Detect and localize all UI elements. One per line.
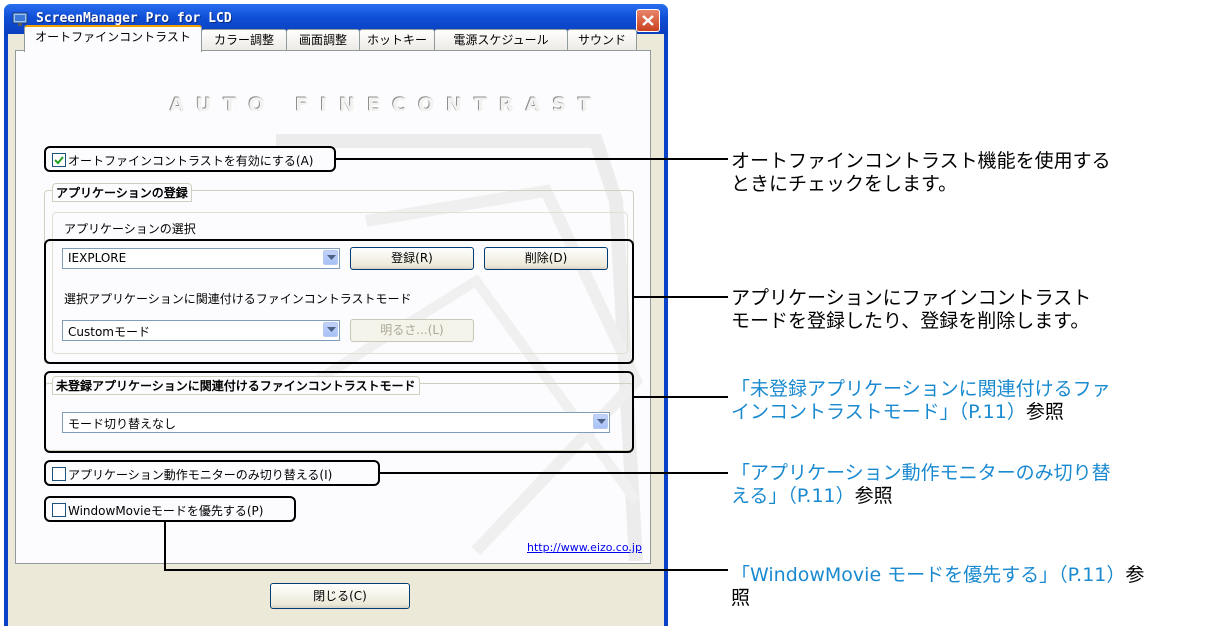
annotation-windowmovie-tail: 参: [1125, 564, 1145, 586]
annotation-unregistered-link[interactable]: インコントラストモード」（P.11）: [731, 401, 1026, 423]
annotation-unregistered-tail: 参照: [1025, 401, 1064, 423]
annotation-monitor-tail: 参照: [854, 485, 893, 507]
annotation-monitor-switch[interactable]: 「アプリケーション動作モニターのみ切り替 える」（P.11）参照: [731, 462, 1111, 508]
annotation-enable-line2: ときにチェックをします。: [731, 173, 958, 195]
annotation-registration-line2: モードを登録したり、登録を削除します。: [731, 310, 1090, 332]
annotation-unregistered[interactable]: 「未登録アプリケーションに関連付けるファ インコントラストモード」（P.11）参…: [731, 378, 1111, 424]
annotation-enable: オートファインコントラスト機能を使用する ときにチェックをします。: [731, 150, 1111, 196]
annotation-registration: アプリケーションにファインコントラスト モードを登録したり、登録を削除します。: [731, 287, 1091, 333]
annotation-monitor-line1[interactable]: 「アプリケーション動作モニターのみ切り替: [731, 462, 1111, 485]
annotation-unregistered-line1[interactable]: 「未登録アプリケーションに関連付けるファ: [731, 378, 1111, 401]
annotation-enable-line1: オートファインコントラスト機能を使用する: [731, 150, 1111, 172]
tab-auto-finecontrast[interactable]: オートファインコントラスト: [24, 25, 202, 52]
annotation-windowmovie-link[interactable]: 「WindowMovie モードを優先する」（P.11）: [731, 564, 1125, 586]
annotation-windowmovie[interactable]: 「WindowMovie モードを優先する」（P.11）参 照: [731, 564, 1144, 610]
annotation-windowmovie-line2: 照: [731, 587, 751, 609]
annotation-monitor-link[interactable]: える」（P.11）: [731, 485, 855, 507]
annotation-registration-line1: アプリケーションにファインコントラスト: [731, 287, 1092, 309]
